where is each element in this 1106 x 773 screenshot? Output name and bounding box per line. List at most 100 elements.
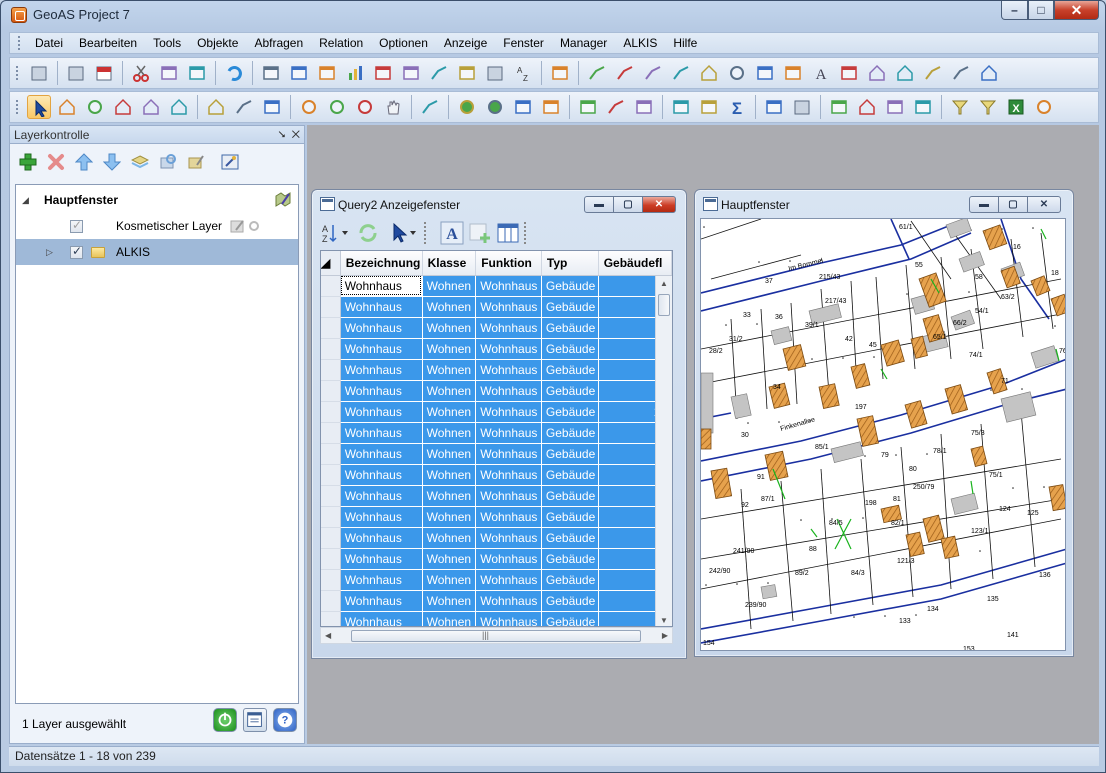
table-cell[interactable]: Wohnen xyxy=(422,338,477,360)
table-cell[interactable]: Wohnen xyxy=(422,527,477,549)
table-cell[interactable]: Wohnhaus xyxy=(475,506,542,528)
frame-button[interactable] xyxy=(837,61,861,85)
save-filter-button[interactable] xyxy=(976,95,1000,119)
spline-button[interactable] xyxy=(585,61,609,85)
legend-button[interactable] xyxy=(911,95,935,119)
table-row[interactable]: Wohnhaus Wohnen Wohnhaus Gebäude xyxy=(321,611,672,626)
move-layer-up-button[interactable] xyxy=(72,150,96,174)
tool-button[interactable] xyxy=(548,61,572,85)
measure-distance-button[interactable] xyxy=(418,95,442,119)
sum-button[interactable]: Σ xyxy=(725,95,749,119)
table-cell[interactable]: Gebäude xyxy=(541,296,599,318)
row-header[interactable] xyxy=(321,275,341,297)
map-window-icon[interactable] xyxy=(703,197,718,211)
snake-button[interactable] xyxy=(921,61,945,85)
menu-abfragen[interactable]: Abfragen xyxy=(246,33,311,53)
table-cell[interactable]: Wohnhaus xyxy=(340,338,423,360)
vertical-scroll-thumb[interactable] xyxy=(658,294,670,316)
add-record-button[interactable] xyxy=(468,221,492,245)
table-cell[interactable]: Wohnen xyxy=(422,548,477,570)
table-cell[interactable]: Wohnhaus xyxy=(475,611,542,626)
polygon-edit-button[interactable] xyxy=(893,61,917,85)
select-circle-button[interactable] xyxy=(83,95,107,119)
row-header[interactable] xyxy=(321,527,341,549)
scroll-up-icon[interactable]: ▲ xyxy=(660,279,668,288)
list-button[interactable] xyxy=(669,95,693,119)
row-header[interactable] xyxy=(321,611,341,626)
table-cell[interactable]: Wohnhaus xyxy=(340,548,423,570)
table-cell[interactable]: Wohnhaus xyxy=(475,401,542,423)
table-row[interactable]: WohnhausWohnenWohnhausGebäude4 xyxy=(321,380,672,402)
polyline-button[interactable] xyxy=(641,61,665,85)
pointer-button[interactable] xyxy=(27,95,51,119)
no-select-button[interactable] xyxy=(167,95,191,119)
scroll-left-icon[interactable]: ◀ xyxy=(325,631,331,640)
remove-layer-button[interactable] xyxy=(44,150,68,174)
layer-list-button[interactable] xyxy=(243,708,267,732)
copy-button[interactable] xyxy=(157,61,181,85)
table-cell[interactable]: Gebäude xyxy=(541,443,599,465)
horizontal-scrollbar[interactable]: ◀ ||| ▶ xyxy=(320,627,673,644)
table-cell[interactable]: Gebäude xyxy=(541,611,599,626)
table-row[interactable]: WohnhausWohnenWohnhausGebäude7 xyxy=(321,590,672,612)
table-cell[interactable]: Wohnhaus xyxy=(340,401,423,423)
row-header[interactable] xyxy=(321,422,341,444)
table-cell[interactable]: Wohnen xyxy=(422,296,477,318)
copy-window-button[interactable] xyxy=(762,95,786,119)
menu-objekte[interactable]: Objekte xyxy=(189,33,246,53)
print-window-button[interactable] xyxy=(790,95,814,119)
table-cell[interactable]: Wohnhaus xyxy=(340,275,423,297)
highlighted-building[interactable] xyxy=(701,428,712,450)
tree-item-alkis[interactable]: ▷ ALKIS xyxy=(16,239,298,265)
print-preview-button[interactable] xyxy=(483,61,507,85)
table-cell[interactable]: Wohnhaus xyxy=(475,590,542,612)
column-header[interactable]: Typ xyxy=(541,251,599,276)
table-cell[interactable]: Gebäude xyxy=(541,590,599,612)
query-minimize-button[interactable]: ▬ xyxy=(584,196,614,213)
zoom-in-button[interactable] xyxy=(297,95,321,119)
layer-edit-tools-icon[interactable] xyxy=(230,218,262,234)
text-button[interactable]: A xyxy=(809,61,833,85)
row-header[interactable] xyxy=(321,380,341,402)
chart-button[interactable] xyxy=(343,61,367,85)
table-cell[interactable]: Gebäude xyxy=(541,359,599,381)
sort-button[interactable]: AZ xyxy=(320,221,352,245)
crane-button[interactable] xyxy=(632,95,656,119)
query-close-button[interactable]: ✕ xyxy=(642,196,676,213)
table-cell[interactable]: Wohnen xyxy=(422,590,477,612)
table-cell[interactable]: Wohnen xyxy=(422,569,477,591)
map-maximize-button[interactable]: ▢ xyxy=(998,196,1028,213)
bookmark-button[interactable] xyxy=(827,95,851,119)
layer-stack-button[interactable] xyxy=(128,150,152,174)
select-all-button[interactable] xyxy=(204,95,228,119)
zoom-extent-button[interactable] xyxy=(353,95,377,119)
table-cell[interactable]: Wohnhaus xyxy=(475,275,542,297)
table-cell[interactable]: Wohnhaus xyxy=(475,317,542,339)
undo-button[interactable] xyxy=(222,61,246,85)
table-cell[interactable]: Gebäude xyxy=(541,380,599,402)
help-button[interactable]: ? xyxy=(273,708,297,732)
table-cell[interactable]: Gebäude xyxy=(541,506,599,528)
table-cell[interactable]: Gebäude xyxy=(541,275,599,297)
menu-alkis[interactable]: ALKIS xyxy=(615,33,665,53)
query-maximize-button[interactable]: ▢ xyxy=(613,196,643,213)
table-cell[interactable]: Wohnhaus xyxy=(475,296,542,318)
table-cell[interactable]: Gebäude xyxy=(541,485,599,507)
table-cell[interactable]: Wohnen xyxy=(422,464,477,486)
table-cell[interactable]: Gebäude xyxy=(541,401,599,423)
table-cell[interactable]: Wohnhaus xyxy=(340,296,423,318)
table-button[interactable] xyxy=(259,61,283,85)
table-cell[interactable]: Wohnhaus xyxy=(475,422,542,444)
map-canvas[interactable]: 37 33 36 39/1 31/2 28/2 215/43 217/43 42 45 55 58 63… xyxy=(700,218,1066,651)
menu-anzeige[interactable]: Anzeige xyxy=(436,33,495,53)
toolbar-grip[interactable] xyxy=(16,66,19,80)
table-cell[interactable]: Wohnhaus xyxy=(475,380,542,402)
table-cell[interactable]: Gebäude xyxy=(541,422,599,444)
table-cell[interactable]: Wohnen xyxy=(422,443,477,465)
ruler-button[interactable] xyxy=(604,95,628,119)
table-cell[interactable]: Wohnen xyxy=(422,485,477,507)
columns-button[interactable] xyxy=(496,221,520,245)
polygon-add-button[interactable] xyxy=(865,61,889,85)
table-cell[interactable]: Wohnen xyxy=(422,422,477,444)
table-cell[interactable]: Wohnen xyxy=(422,506,477,528)
